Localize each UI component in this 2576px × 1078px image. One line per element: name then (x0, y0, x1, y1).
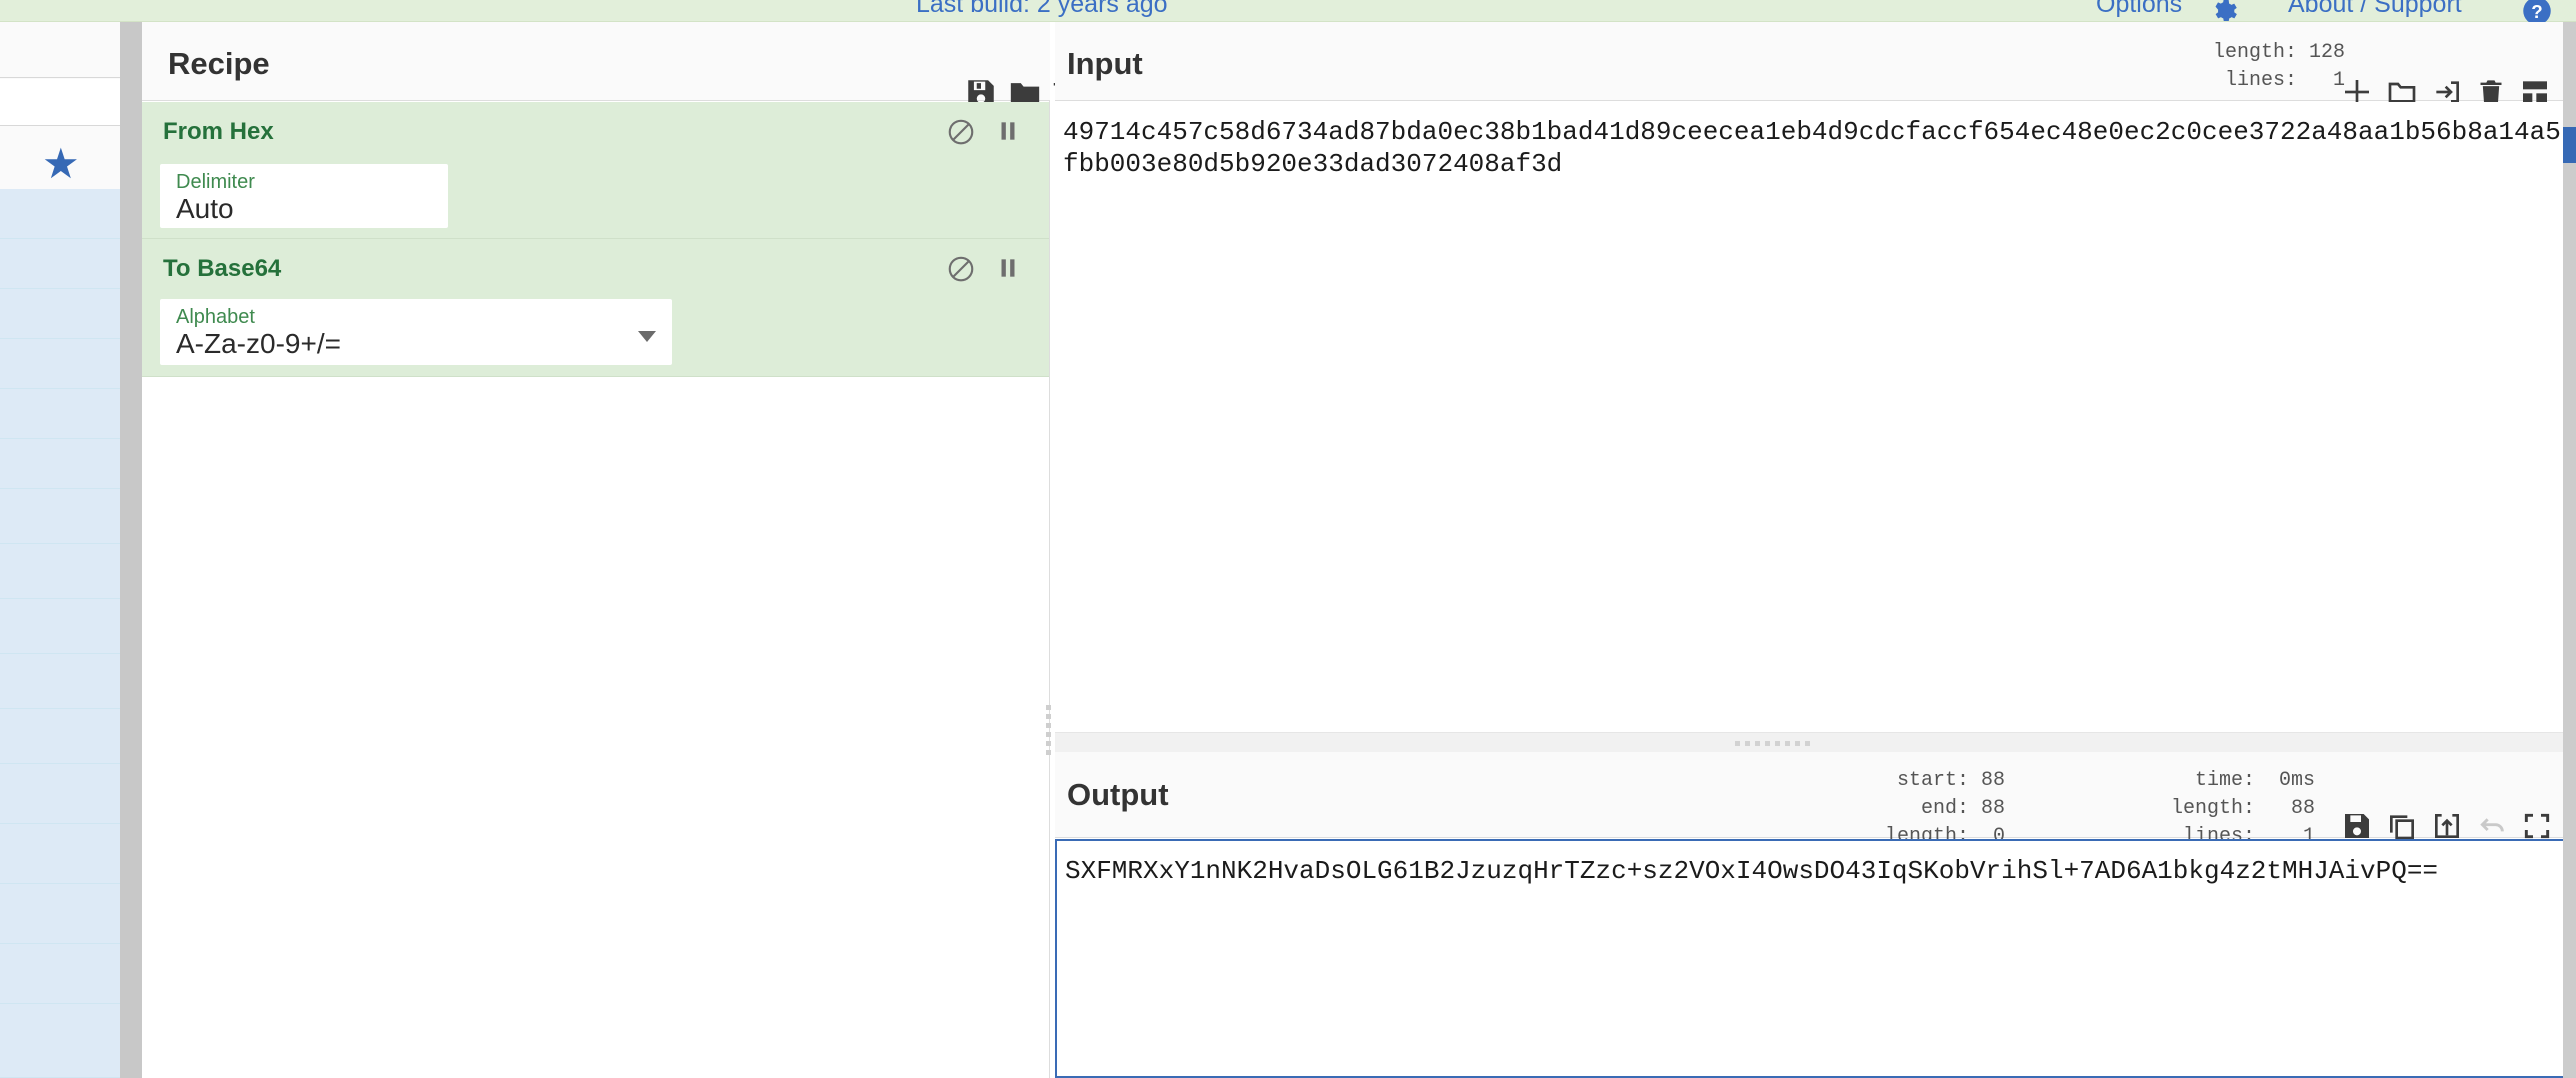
disable-icon[interactable] (946, 254, 976, 284)
output-title: Output (1067, 777, 1169, 812)
arg-label: Delimiter (176, 171, 255, 193)
input-header: Input length: 128 lines: 1 (1055, 22, 2576, 104)
sidebar-category[interactable] (0, 709, 120, 764)
breakpoint-icon[interactable] (995, 253, 1021, 283)
breakpoint-icon[interactable] (995, 116, 1021, 146)
sidebar-category[interactable] (0, 189, 120, 239)
operations-list-top (0, 79, 120, 126)
recipe-panel: Recipe From Hex Delimiter Auto To Base64… (142, 22, 1077, 1078)
recipe-io-splitter-grip[interactable] (1046, 705, 1053, 760)
recipe-header: Recipe (142, 22, 1077, 106)
svg-text:?: ? (2531, 1, 2542, 22)
sidebar-category[interactable] (0, 599, 120, 654)
sidebar-category[interactable] (0, 239, 120, 289)
recipe-title: Recipe (168, 46, 270, 81)
top-banner: Last build: 2 years ago Options About / … (0, 0, 2576, 25)
input-stats: length: 128 lines: 1 (2212, 41, 2345, 92)
about-support-link[interactable]: About / Support (2288, 0, 2462, 19)
sidebar-category[interactable] (0, 654, 120, 709)
operations-search-input[interactable] (0, 22, 120, 78)
sidebar-category[interactable] (0, 884, 120, 944)
input-panel: Input length: 128 lines: 1 49714c457c58d… (1055, 22, 2576, 732)
options-link[interactable]: Options (2096, 0, 2182, 19)
sidebar-category[interactable] (0, 439, 120, 489)
undo-bake-icon[interactable] (2477, 810, 2509, 842)
ops-recipe-splitter[interactable] (120, 22, 142, 1078)
disable-icon[interactable] (946, 117, 976, 147)
operation-title: To Base64 (163, 255, 282, 282)
sidebar-category[interactable] (0, 544, 120, 599)
sidebar-category[interactable] (0, 489, 120, 544)
operation-title: From Hex (163, 118, 274, 145)
save-output-icon[interactable] (2341, 810, 2373, 842)
star-icon: ★ (42, 140, 80, 187)
arg-field-delimiter[interactable]: Delimiter (160, 164, 448, 228)
arg-label: Alphabet (176, 306, 255, 328)
output-panel: Output start: 88 end: 88 length: 0 time:… (1055, 752, 2576, 1078)
sidebar-category[interactable] (0, 289, 120, 339)
delimiter-input[interactable] (176, 193, 421, 225)
last-build-label: Last build: 2 years ago (916, 0, 1168, 18)
alphabet-input[interactable] (176, 328, 612, 360)
sidebar-category[interactable] (0, 1004, 120, 1078)
operations-sidebar[interactable]: ★ (0, 22, 120, 1078)
recipe-operation-to-base64[interactable]: To Base64 Alphabet (142, 239, 1049, 377)
input-output-splitter[interactable] (1055, 732, 2576, 752)
replace-input-with-output-icon[interactable] (2431, 810, 2463, 842)
output-header: Output start: 88 end: 88 length: 0 time:… (1055, 752, 2576, 848)
arg-field-alphabet[interactable]: Alphabet (160, 299, 672, 365)
sidebar-category[interactable] (0, 389, 120, 439)
sidebar-category[interactable] (0, 944, 120, 1004)
maximise-output-icon[interactable] (2521, 810, 2553, 842)
output-textarea[interactable]: SXFMRXxY1nNK2HvaDsOLG61B2JzuzqHrTZzc+sz2… (1055, 839, 2576, 1078)
chevron-down-icon[interactable] (638, 331, 656, 342)
recipe-operation-list[interactable]: From Hex Delimiter To Base64 (142, 102, 1049, 1078)
input-output-splitter-grip[interactable] (1735, 741, 1813, 747)
recipe-operation-from-hex[interactable]: From Hex Delimiter (142, 102, 1049, 239)
copy-output-icon[interactable] (2386, 810, 2418, 842)
sidebar-category[interactable] (0, 824, 120, 884)
sidebar-category[interactable] (0, 764, 120, 824)
recipe-io-splitter[interactable] (1045, 22, 1055, 1078)
scroll-position-marker[interactable] (2563, 127, 2576, 163)
input-textarea[interactable]: 49714c457c58d6734ad87bda0ec38b1bad41d89c… (1055, 102, 2576, 732)
sidebar-category[interactable] (0, 339, 120, 389)
input-title: Input (1067, 46, 1143, 81)
right-scroll-strip[interactable] (2563, 22, 2576, 1078)
sidebar-item-favourites[interactable]: ★ (0, 127, 120, 189)
